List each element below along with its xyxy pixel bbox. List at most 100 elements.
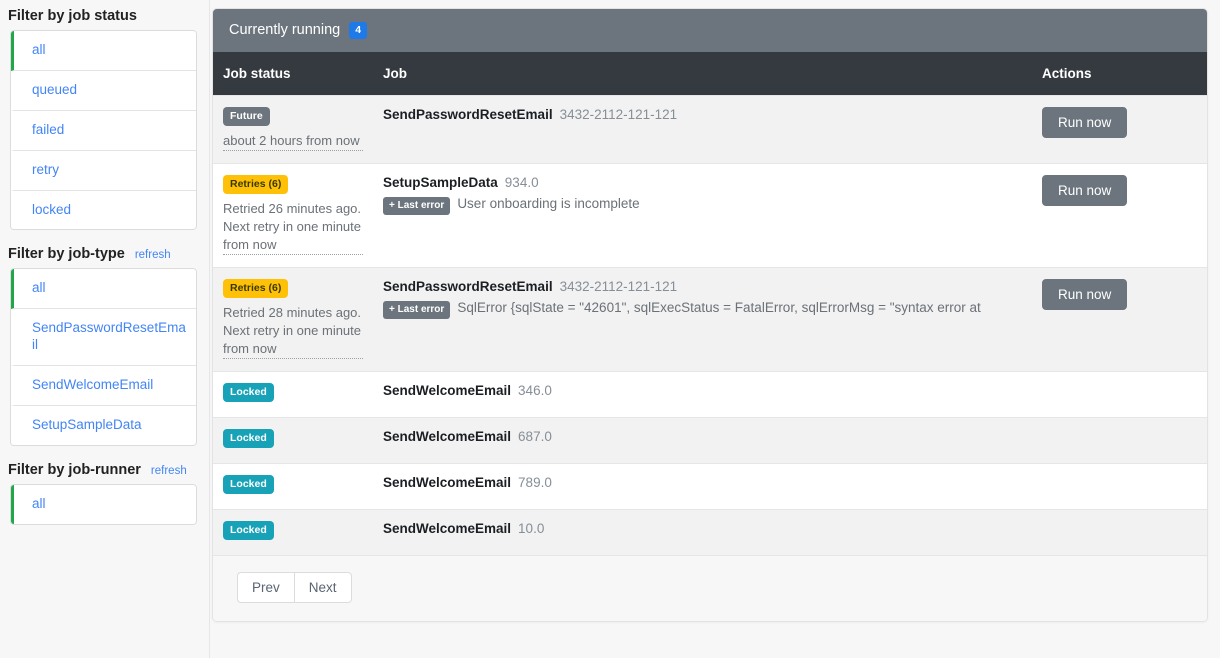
actions-cell [1032,370,1207,418]
pagination-controls: Prev Next [237,572,352,604]
main-content: Currently running 4 Job status Job Actio… [210,0,1220,658]
job-id: 3432-2112-121-121 [559,278,678,294]
status-badge: Retries (6) [223,174,289,194]
job-title-line: SendWelcomeEmail 10.0 [383,521,1022,536]
job-name: SendWelcomeEmail [383,474,512,490]
job-cell: SendWelcomeEmail 789.0 [373,462,1032,510]
job-dashboard: Filter by job status all queued failed retry… [0,0,1220,658]
filter-item-all[interactable]: all [11,484,196,524]
filter-item-retry[interactable]: retry [11,150,196,191]
panel-title: Currently running [229,22,341,39]
prev-page-button[interactable]: Prev [237,572,294,604]
filter-group: all [10,483,197,525]
filter-item-failed[interactable]: failed [11,110,196,151]
job-cell: SendWelcomeEmail 346.0 [373,370,1032,418]
job-cell: SendWelcomeEmail 10.0 [373,508,1032,556]
job-status-cell: Future about 2 hours from now [213,94,373,164]
filter-item-all[interactable]: all [11,31,196,71]
status-timestamp: Retried 28 minutes ago. Next retry in on… [223,304,363,359]
filter-item-all[interactable]: all [11,269,196,310]
jobs-table-head: Job status Job Actions [213,51,1207,96]
status-badge: Locked [223,474,274,494]
table-row: Locked SendWelcomeEmail 10.0 [213,508,1207,556]
status-badge: Retries (6) [223,278,289,298]
job-name: SendWelcomeEmail [383,520,512,536]
table-row: Retries (6) Retried 26 minutes ago. Next … [213,162,1207,268]
last-error-text: User onboarding is incomplete [457,195,640,211]
jobs-panel: Currently running 4 Job status Job Actio… [212,8,1208,623]
status-badge: Locked [223,382,274,402]
job-title-line: SendWelcomeEmail 789.0 [383,475,1022,490]
jobs-table-body: Future about 2 hours from now SendPassword… [213,94,1207,556]
last-error-toggle[interactable]: + Last error [383,196,451,215]
actions-cell [1032,462,1207,510]
job-name: SendPasswordResetEmail [383,106,553,122]
job-title-line: SendPasswordResetEmail 3432-2112-121-121 [383,107,1022,122]
status-timestamp: Retried 26 minutes ago. Next retry in on… [223,200,363,255]
job-title-line: SendWelcomeEmail 346.0 [383,383,1022,398]
filter-group: all queued failed retry locked [10,30,197,231]
job-status-cell: Locked [213,416,373,464]
running-count-badge: 4 [349,22,368,39]
filter-group-header: Filter by job status [8,8,197,24]
job-status-cell: Retries (6) Retried 28 minutes ago. Next … [213,266,373,372]
table-row: Locked SendWelcomeEmail 789.0 [213,462,1207,510]
actions-cell: Run now [1032,94,1207,164]
column-header-actions: Actions [1032,51,1207,96]
job-name: SendWelcomeEmail [383,428,512,444]
job-id: 346.0 [518,382,552,398]
run-now-button[interactable]: Run now [1042,106,1128,138]
job-cell: SendPasswordResetEmail 3432-2112-121-121 [373,94,1032,164]
status-badge: Locked [223,428,274,448]
filter-item-queued[interactable]: queued [11,70,196,111]
panel-header: Currently running 4 [213,9,1207,52]
last-error-text: SqlError {sqlState = "42601", sqlExecSta… [457,299,981,315]
table-row: Locked SendWelcomeEmail 346.0 [213,370,1207,418]
filter-groups: Filter by job status all queued failed retry… [6,8,197,525]
filter-item-sendpasswordresetemail[interactable]: SendPasswordResetEmail [11,309,196,366]
job-id: 789.0 [518,474,552,490]
filter-item-sendwelcomeemail[interactable]: SendWelcomeEmail [11,366,196,406]
job-title-line: SendWelcomeEmail 687.0 [383,429,1022,444]
last-error-toggle[interactable]: + Last error [383,300,451,319]
job-title-line: SendPasswordResetEmail 3432-2112-121-121 [383,279,1022,294]
job-id: 3432-2112-121-121 [559,106,678,122]
job-id: 687.0 [518,428,552,444]
column-header-job-status: Job status [213,51,373,96]
filters-sidebar: Filter by job status all queued failed retry… [0,0,210,658]
next-page-button[interactable]: Next [293,572,352,604]
filter-item-setupsampledata[interactable]: SetupSampleData [11,405,196,445]
table-header-row: Job status Job Actions [213,51,1207,96]
filter-item-locked[interactable]: locked [11,190,196,230]
table-row: Future about 2 hours from now SendPassword… [213,94,1207,164]
filter-group-title: Filter by job-runner [8,461,141,478]
column-header-job: Job [373,51,1032,96]
job-cell: SetupSampleData 934.0 + Last error User onb… [373,162,1032,268]
status-badge: Locked [223,520,274,541]
job-status-cell: Retries (6) Retried 26 minutes ago. Next … [213,162,373,268]
refresh-link[interactable]: refresh [135,249,171,261]
job-status-cell: Locked [213,370,373,418]
job-error-line: + Last error SqlError {sqlState = "42601"… [383,300,1022,319]
job-name: SetupSampleData [383,174,498,190]
filter-group: all SendPasswordResetEmail SendWelcomeEmai… [10,268,197,446]
refresh-link[interactable]: refresh [151,465,187,477]
table-row: Locked SendWelcomeEmail 687.0 [213,416,1207,464]
status-timestamp: about 2 hours from now [223,132,363,151]
job-title-line: SetupSampleData 934.0 [383,175,1022,190]
filter-group-header: Filter by job-runner refresh [8,462,197,478]
run-now-button[interactable]: Run now [1042,174,1128,206]
table-row: Retries (6) Retried 28 minutes ago. Next … [213,266,1207,372]
actions-cell: Run now [1032,162,1207,268]
filter-group-title: Filter by job status [8,8,137,24]
run-now-button[interactable]: Run now [1042,278,1128,310]
job-id: 10.0 [518,520,545,536]
status-badge: Future [223,106,270,126]
job-status-cell: Locked [213,462,373,510]
filter-group-header: Filter by job-type refresh [8,246,197,262]
job-error-line: + Last error User onboarding is incomplet… [383,196,1022,215]
job-name: SendPasswordResetEmail [383,278,553,294]
actions-cell [1032,416,1207,464]
actions-cell [1032,508,1207,556]
job-cell: SendPasswordResetEmail 3432-2112-121-121 +… [373,266,1032,372]
